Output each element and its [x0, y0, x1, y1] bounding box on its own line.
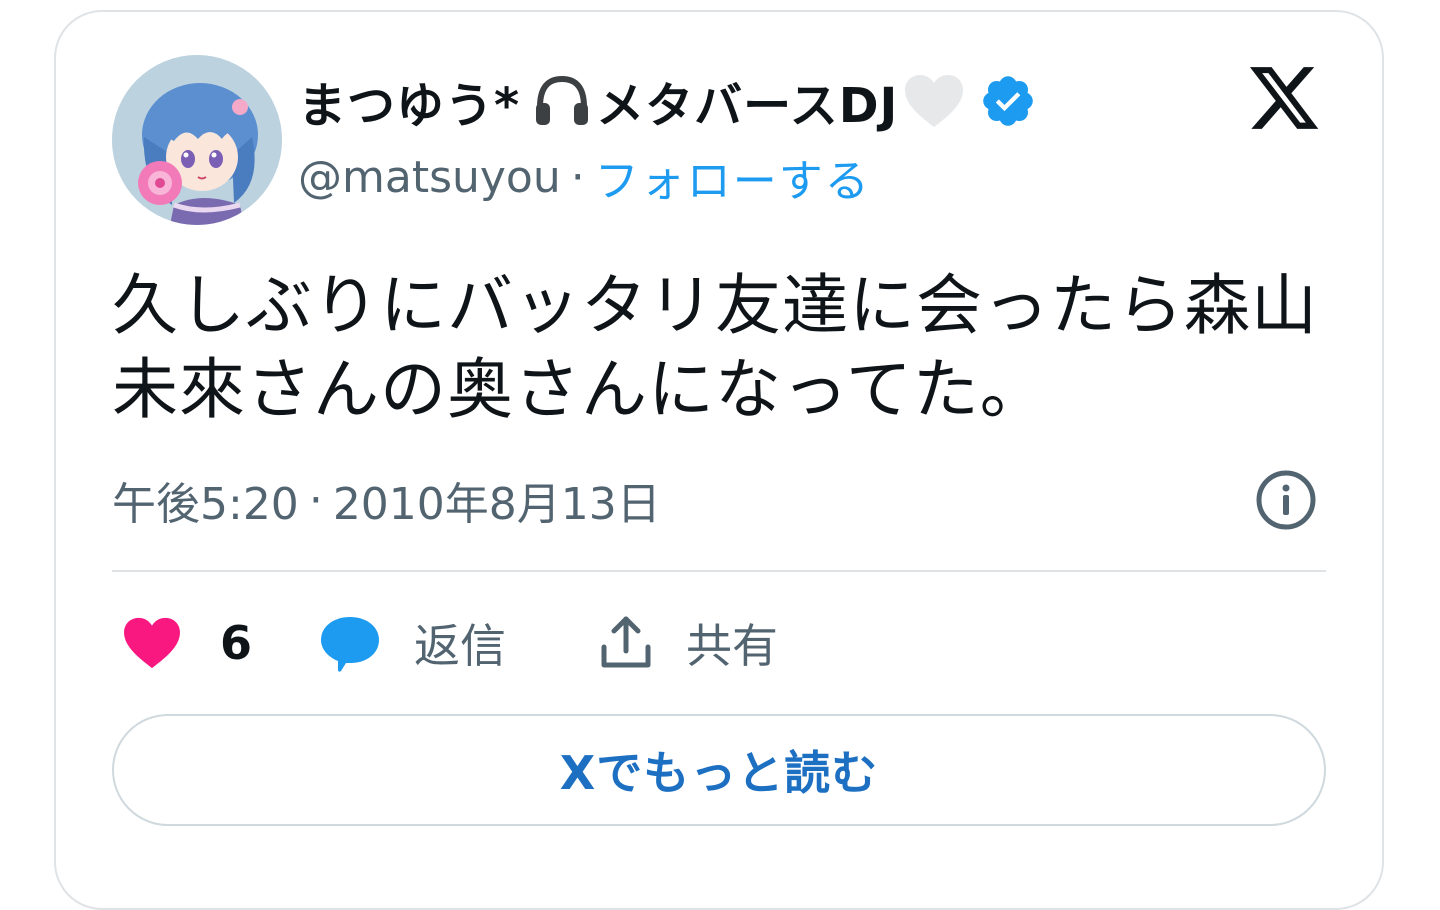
divider: [112, 570, 1326, 572]
like-button[interactable]: 6: [112, 608, 310, 678]
tweet-time[interactable]: 午後5:20: [112, 468, 299, 532]
tweet-text: 久しぶりにバッタリ友達に会ったら森山未來さんの奥さんになってた。: [112, 267, 1318, 428]
read-more-on-x-button[interactable]: Xでもっと読む: [112, 714, 1326, 826]
like-count: 6: [220, 616, 253, 670]
timestamp-separator: ·: [308, 474, 323, 526]
user-handle[interactable]: @matsuyou: [298, 152, 561, 203]
x-logo-icon[interactable]: [1244, 60, 1324, 136]
follow-button[interactable]: フォローする: [595, 145, 871, 209]
display-name-suffix[interactable]: メタバースDJ: [596, 66, 898, 136]
share-label: 共有: [686, 619, 778, 673]
info-icon[interactable]: [1254, 468, 1318, 532]
reply-label: 返信: [414, 619, 506, 673]
tweet-timestamp[interactable]: 午後5:20 · 2010年8月13日: [112, 468, 661, 532]
handle-row: @matsuyou · フォローする: [298, 145, 871, 209]
share-upload-icon: [586, 608, 666, 678]
headphones-icon: [530, 69, 594, 133]
tweet-actions: 6 返信 共有: [112, 608, 778, 678]
white-heart-icon: [902, 69, 966, 133]
avatar[interactable]: [112, 55, 282, 225]
display-name-text[interactable]: まつゆう*: [298, 66, 520, 136]
speech-bubble-icon: [310, 608, 390, 678]
display-name[interactable]: まつゆう* メタバースDJ: [298, 66, 1038, 136]
share-button[interactable]: 共有: [586, 608, 778, 678]
separator-dot: ·: [570, 151, 585, 203]
heart-icon: [112, 608, 192, 678]
verified-badge-icon: [978, 71, 1038, 131]
tweet-date[interactable]: 2010年8月13日: [333, 468, 661, 532]
reply-button[interactable]: 返信: [310, 608, 506, 678]
